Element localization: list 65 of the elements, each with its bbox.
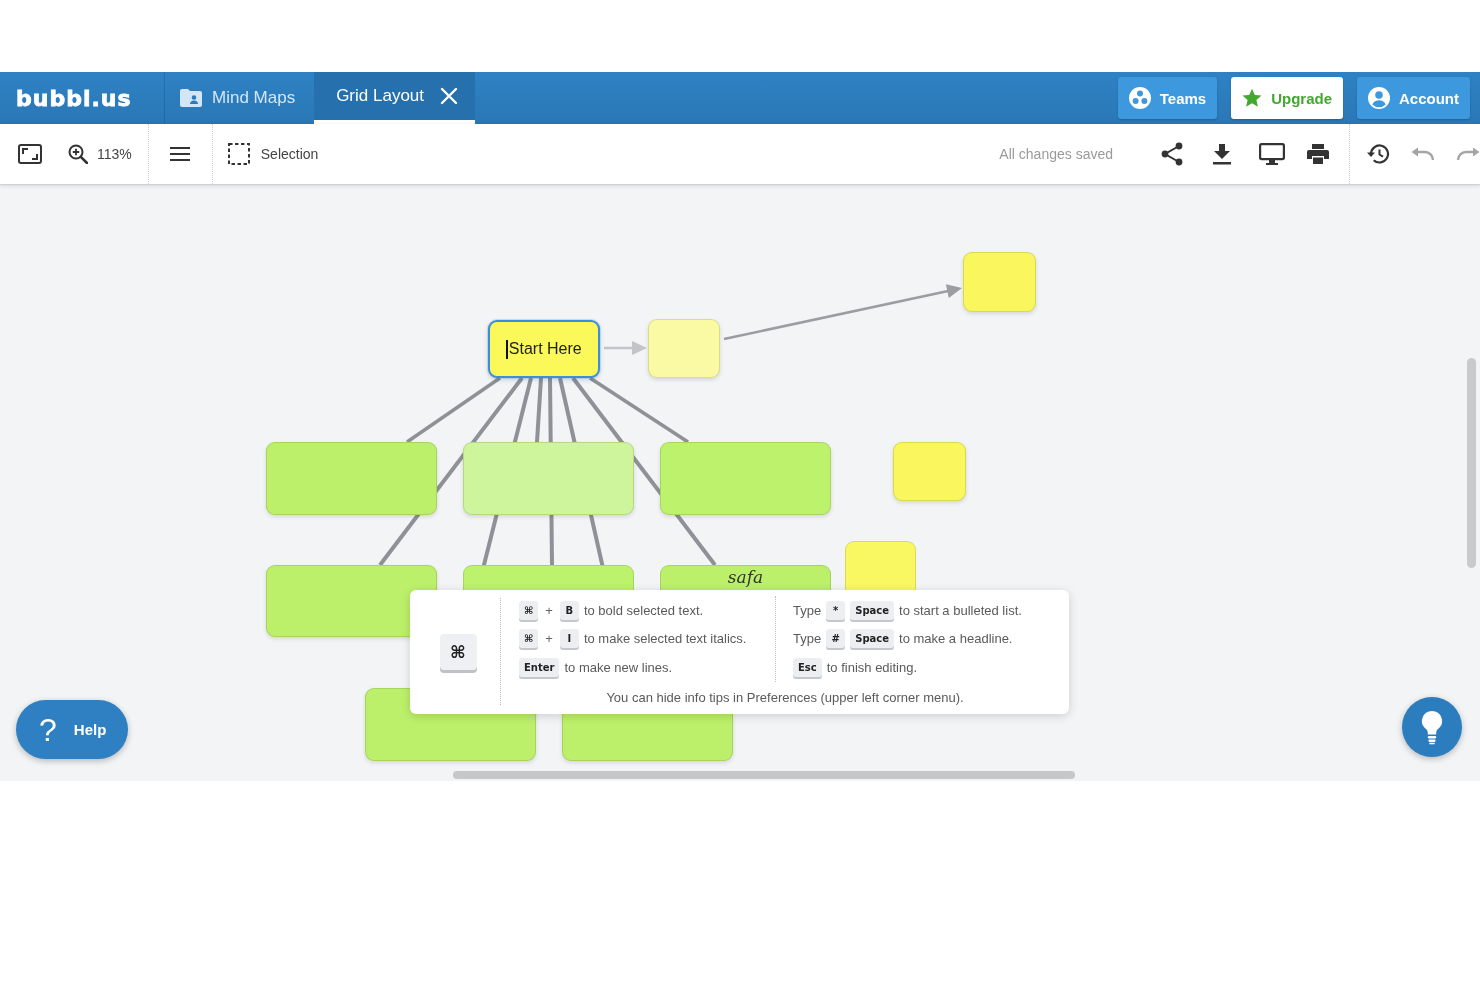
- keycap: #: [826, 629, 846, 649]
- horizontal-scrollbar[interactable]: [453, 771, 1075, 779]
- tip-text: Type: [793, 602, 822, 618]
- vertical-scrollbar[interactable]: [1467, 358, 1476, 568]
- zoom-button[interactable]: 113%: [68, 144, 132, 164]
- tip-text: to make new lines.: [564, 659, 673, 675]
- help-button[interactable]: ? Help: [16, 700, 128, 759]
- account-button[interactable]: Account: [1357, 77, 1470, 119]
- mind-map-node[interactable]: [963, 252, 1036, 312]
- upgrade-button[interactable]: Upgrade: [1231, 77, 1343, 119]
- keycap: Space: [850, 600, 894, 620]
- keycap: Esc: [793, 657, 822, 677]
- arrow-connector: [604, 341, 647, 355]
- plus-sign: +: [544, 631, 554, 647]
- tip-text: Type: [793, 631, 822, 647]
- keycap: Space: [850, 629, 894, 649]
- text-cursor-icon: [506, 339, 508, 359]
- plus-sign: +: [544, 602, 554, 618]
- user-icon: [1368, 87, 1390, 109]
- menu-icon[interactable]: [169, 146, 190, 162]
- mind-map-node[interactable]: [648, 319, 720, 378]
- keycap: I: [559, 629, 579, 649]
- keycap: B: [559, 600, 579, 620]
- connector-line: [535, 377, 543, 443]
- tip-footer-text: You can hide info tips in Preferences (upper left corner menu).: [605, 689, 965, 705]
- group-icon: [1128, 87, 1151, 109]
- mind-map-node[interactable]: [463, 442, 634, 515]
- tab[interactable]: Mind Maps: [165, 72, 315, 124]
- mind-map-node[interactable]: [893, 442, 966, 501]
- save-status: All changes saved: [999, 146, 1113, 162]
- mind-map-node[interactable]: [562, 714, 733, 761]
- tip-text: to finish editing.: [826, 659, 918, 675]
- mind-map-node[interactable]: Start Here: [488, 320, 600, 378]
- zoom-in-icon: [68, 144, 88, 164]
- download-icon[interactable]: [1212, 143, 1232, 165]
- print-icon[interactable]: [1306, 143, 1330, 165]
- mind-map-node[interactable]: safa: [660, 565, 831, 590]
- keycap: *: [826, 600, 846, 620]
- mind-map-node[interactable]: [266, 442, 437, 515]
- question-mark-icon: ?: [39, 713, 57, 746]
- keycap: ⌘: [519, 629, 539, 649]
- keycap: ⌘: [519, 600, 539, 620]
- logo[interactable]: bubbl.us: [16, 85, 132, 111]
- fit-screen-icon[interactable]: [18, 144, 42, 164]
- teams-button[interactable]: Teams: [1117, 77, 1218, 119]
- mind-map-node[interactable]: [660, 442, 831, 515]
- tips-button[interactable]: [1402, 697, 1462, 757]
- selection-tool-button[interactable]: Selection: [227, 143, 319, 165]
- share-icon[interactable]: [1161, 142, 1183, 166]
- mind-map-node[interactable]: [463, 565, 634, 590]
- keycap: ⌘: [439, 633, 477, 670]
- mind-map-node[interactable]: [845, 541, 916, 590]
- star-icon: [1242, 88, 1263, 108]
- tip-text: to make selected text italics.: [583, 631, 747, 647]
- history-icon[interactable]: [1366, 143, 1390, 165]
- tip-text: to start a bulleted list.: [899, 602, 1022, 618]
- lightbulb-icon: [1421, 709, 1443, 745]
- tip-text: to bold selected text.: [583, 602, 704, 618]
- selection-icon: [227, 143, 250, 165]
- tab[interactable]: Grid Layout: [314, 72, 476, 124]
- keycap: Enter: [519, 657, 560, 677]
- folder-icon: [180, 89, 202, 107]
- monitor-icon[interactable]: [1259, 143, 1285, 165]
- tip-text: to make a headline.: [899, 631, 1013, 647]
- close-icon[interactable]: [440, 87, 459, 105]
